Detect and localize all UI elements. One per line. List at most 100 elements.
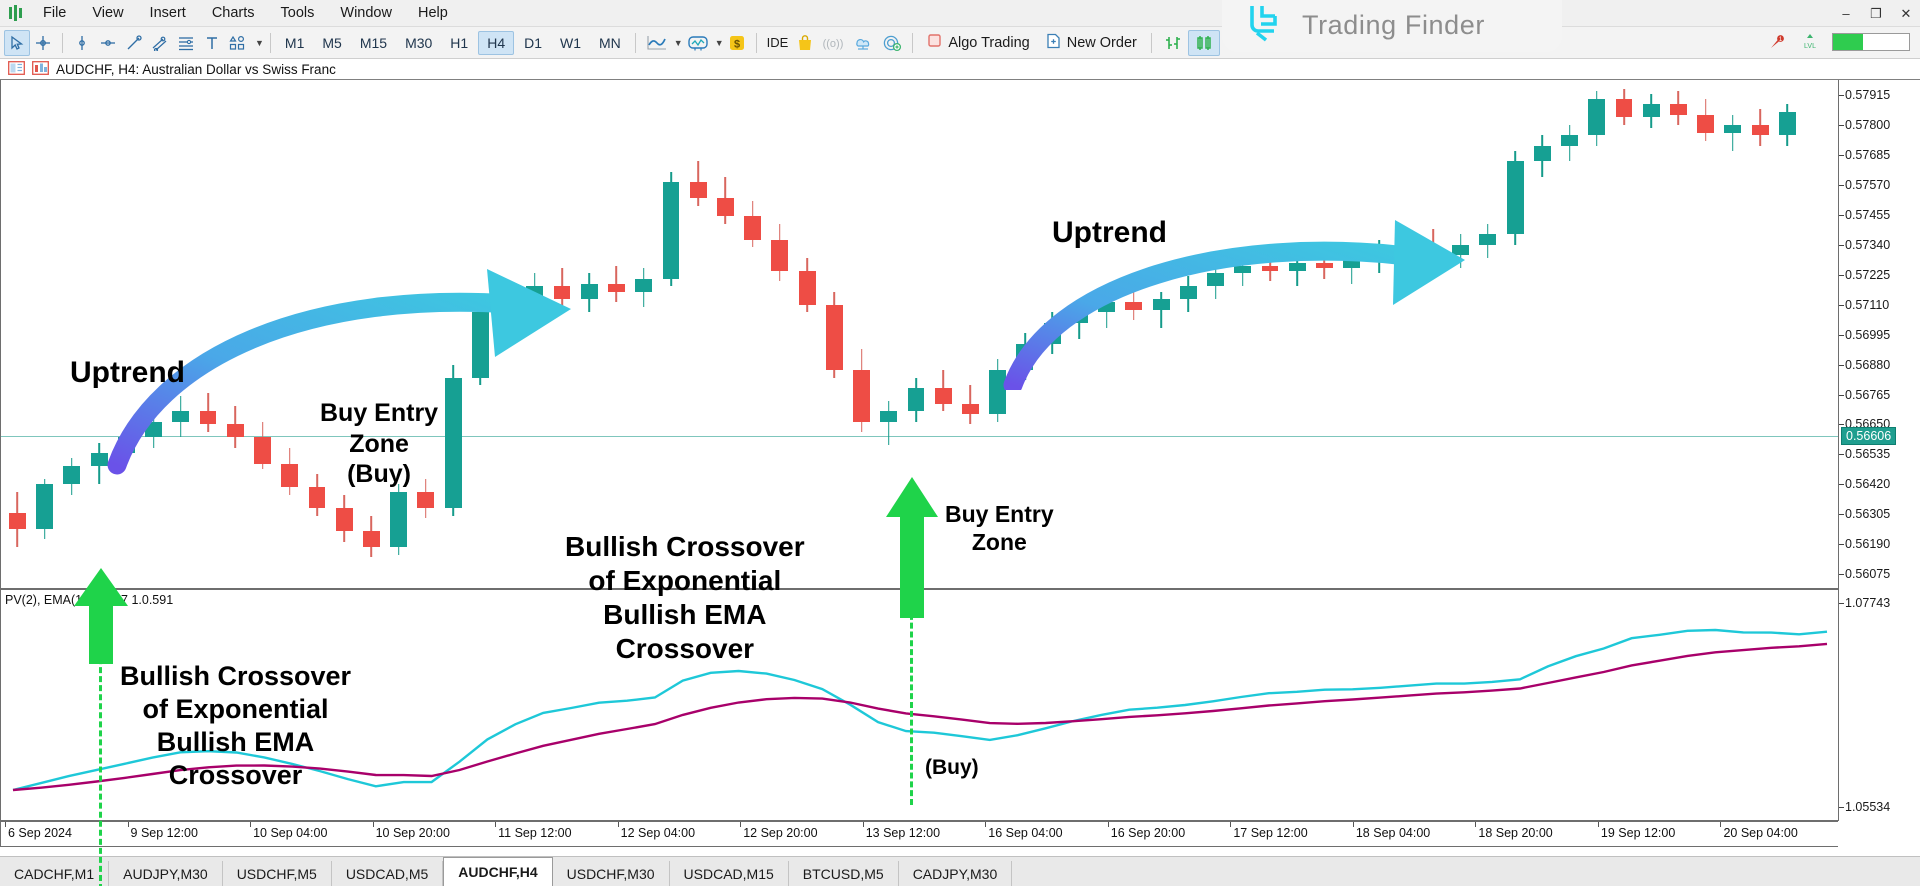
timeframe-MN[interactable]: MN [591,32,629,54]
time-tick-mark [617,822,619,827]
copy-trading-icon[interactable] [878,30,906,56]
timeframe-D1[interactable]: D1 [516,32,550,54]
candle-body [172,411,190,422]
trendline-icon[interactable] [121,30,147,56]
timeframe-group: M1 M5 M15 M30 H1 H4 D1 W1 MN [277,30,629,55]
alert-pin-icon[interactable]: 1 [1766,31,1788,58]
algo-trading-label: Algo Trading [948,34,1030,51]
timeframe-M1[interactable]: M1 [277,32,312,54]
time-tick-label: 9 Sep 12:00 [130,826,198,840]
chart-data-icon[interactable] [32,60,49,78]
text-tool-icon[interactable] [199,30,225,56]
time-tick-label: 16 Sep 20:00 [1110,826,1186,840]
chart-type-dropdown-caret-icon[interactable]: ▼ [674,38,683,48]
annotation-buy-entry-zone-right: Buy Entry Zone [945,501,1054,556]
line-chart-icon[interactable] [642,30,672,56]
indicators-dropdown-caret-icon[interactable]: ▼ [715,38,724,48]
candle-body [226,424,244,438]
candle-body [1724,125,1742,133]
timeframe-W1[interactable]: W1 [552,32,589,54]
price-tick: 0.56535 [1838,447,1891,462]
menu-item-window[interactable]: Window [327,2,405,24]
candlestick [825,80,843,589]
shapes-dropdown-caret-icon[interactable]: ▼ [255,38,264,48]
new-order-button[interactable]: New Order [1038,31,1145,55]
time-axis[interactable]: 6 Sep 2024 9 Sep 12:00 10 Sep 04:00 10 Sep … [0,821,1838,847]
candlestick [1452,80,1470,589]
timeframe-M15[interactable]: M15 [352,32,395,54]
new-order-label: New Order [1066,34,1137,51]
candlestick [1778,80,1796,589]
menu-item-help[interactable]: Help [405,2,461,24]
ide-button[interactable]: IDE [763,30,793,56]
candlestick [744,80,762,589]
candle-body [1152,299,1170,310]
fibonacci-retracement-icon[interactable] [173,30,199,56]
chart-tab-cadchf-m1[interactable]: CADCHF,M1 [0,861,110,886]
menu-item-charts[interactable]: Charts [199,2,268,24]
indicators-chart-icon[interactable] [683,30,713,56]
equidistant-channel-icon[interactable] [147,30,173,56]
chart-tab-cadjpy-m30[interactable]: CADJPY,M30 [899,861,1013,886]
horizontal-line-icon[interactable] [95,30,121,56]
timeframe-H4[interactable]: H4 [478,30,515,55]
price-tick: 0.57455 [1838,207,1891,222]
candle-body [689,182,707,198]
price-tick: 0.56075 [1838,567,1891,582]
time-tick-label: 16 Sep 04:00 [988,826,1063,840]
candle-body [1370,252,1388,261]
candle-body [1316,263,1333,269]
timeframe-H1[interactable]: H1 [442,32,476,54]
time-tick-label: 12 Sep 04:00 [620,826,696,840]
ohlc-bars-icon[interactable] [1158,30,1188,56]
price-axis[interactable]: 0.57915 0.57800 0.57685 0.57570 0.57455 0.573… [1838,80,1920,821]
close-button[interactable]: ✕ [1898,6,1914,22]
candle-body [36,484,54,529]
minimize-button[interactable]: – [1838,6,1854,21]
signals-broadcast-icon[interactable]: ((o)) [818,30,848,56]
candle-body [417,492,435,508]
candlestick [281,80,299,589]
toolbar-separator [755,32,757,53]
candle-body [117,437,135,454]
candle-body [335,507,353,532]
chart-tab-audchf-h4[interactable]: AUDCHF,H4 [443,857,553,886]
chart-tab-usdcad-m5[interactable]: USDCAD,M5 [332,861,444,886]
algo-trading-button[interactable]: Algo Trading [919,31,1037,54]
connection-strength-bar[interactable] [1832,33,1910,56]
market-bag-icon[interactable] [792,30,818,56]
candle-body [1479,234,1497,245]
chart-area[interactable]: PV(2), EMA(10) 0.567 1.0.591 0.579150.57… [0,80,1920,886]
dollar-badge-icon[interactable]: $ [724,30,750,56]
menu-bar: File View Insert Charts Tools Window Help – ❐ … [0,0,1920,27]
level-icon[interactable]: LVL [1800,32,1820,57]
chart-tab-bar[interactable]: CADCHF,M1 AUDJPY,M30 USDCHF,M5 USDCAD,M5 AUD… [0,856,1920,886]
chart-tab-usdcad-m15[interactable]: USDCAD,M15 [670,861,789,886]
vertical-line-icon[interactable] [69,30,95,56]
timeframe-M30[interactable]: M30 [397,32,440,54]
menu-item-insert[interactable]: Insert [137,2,199,24]
shapes-icon[interactable] [225,30,253,56]
menu-item-view[interactable]: View [79,2,136,24]
candlestick [90,80,108,589]
candlestick-icon[interactable] [1187,29,1220,56]
menu-item-file[interactable]: File [30,2,79,24]
cursor-arrow-icon[interactable] [4,29,30,56]
candlestick [308,80,326,589]
chart-tab-usdchf-m30[interactable]: USDCHF,M30 [553,861,670,886]
chart-tab-usdchf-m5[interactable]: USDCHF,M5 [223,861,332,886]
trading-finder-name: Trading Finder [1302,9,1485,40]
candle-body [1179,286,1197,300]
crosshair-icon[interactable] [30,30,56,56]
menu-item-tools[interactable]: Tools [268,2,328,24]
price-tick: 0.57685 [1838,147,1891,162]
maximize-button[interactable]: ❐ [1868,6,1884,22]
vps-cloud-icon[interactable] [848,30,878,56]
chart-properties-icon[interactable] [8,60,25,78]
timeframe-M5[interactable]: M5 [314,32,349,54]
chart-tab-audjpy-m30[interactable]: AUDJPY,M30 [109,861,223,886]
chart-tab-btcusd-m5[interactable]: BTCUSD,M5 [789,861,899,886]
candlestick [1179,80,1197,589]
metatrader-window: File View Insert Charts Tools Window Help – ❐ … [0,0,1920,886]
candlestick [1370,80,1388,589]
